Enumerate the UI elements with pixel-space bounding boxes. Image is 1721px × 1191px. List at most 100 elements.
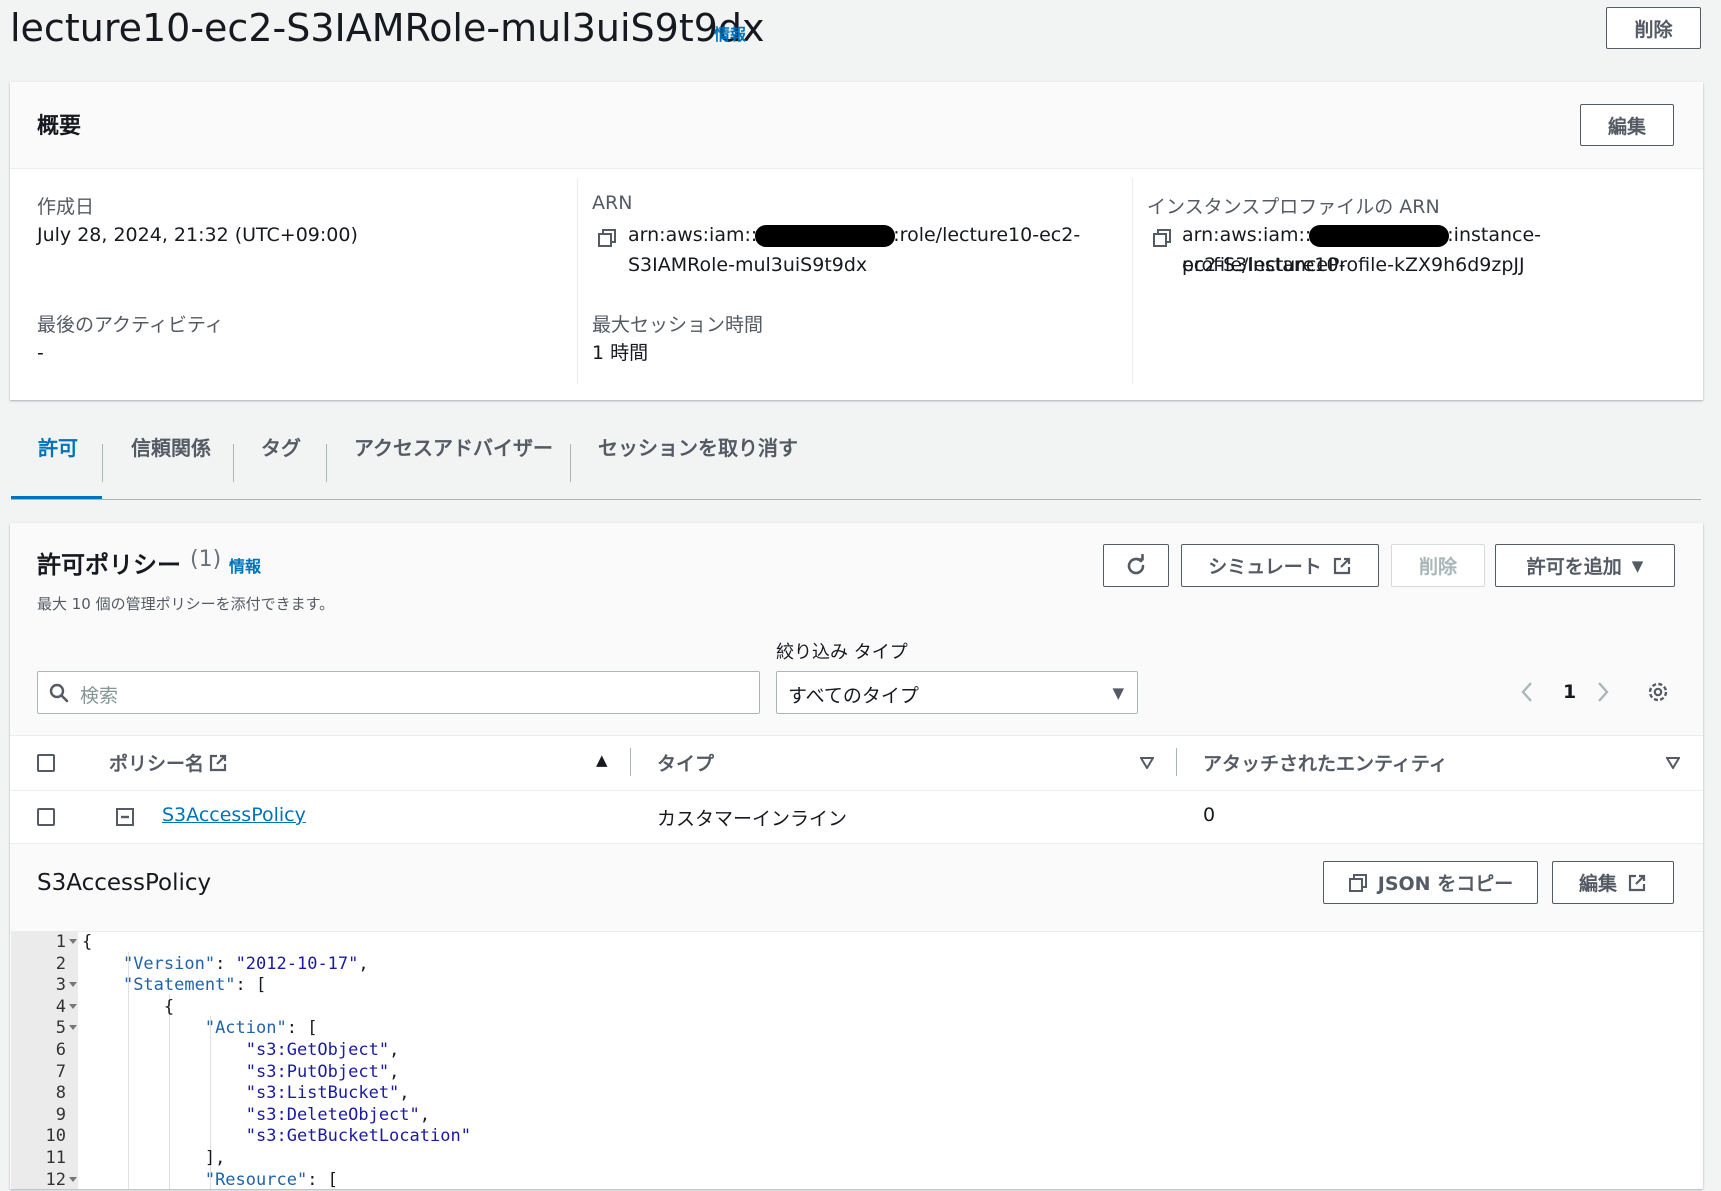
- column-policy-name[interactable]: ポリシー名: [109, 749, 204, 776]
- edit-summary-button[interactable]: 編集: [1580, 104, 1674, 146]
- search-placeholder: 検索: [80, 685, 119, 707]
- summary-heading: 概要: [37, 114, 82, 139]
- summary-panel: 概要 編集 作成日 July 28, 2024, 21:32 (UTC+09:0…: [10, 82, 1703, 400]
- line-number: 2: [55, 953, 66, 974]
- filter-type-value: すべてのタイプ: [788, 685, 919, 707]
- tab-trust-relationships[interactable]: 信頼関係: [131, 432, 211, 461]
- collapse-icon[interactable]: [116, 808, 134, 826]
- fold-toggle-icon[interactable]: [69, 1025, 77, 1031]
- external-link-icon: [209, 754, 227, 772]
- line-number: 7: [55, 1061, 66, 1082]
- line-number: 11: [45, 1148, 66, 1168]
- copy-json-button[interactable]: JSON をコピー: [1323, 861, 1538, 904]
- copy-icon: [1348, 873, 1367, 892]
- fold-toggle-icon[interactable]: [69, 982, 77, 988]
- tab-access-advisor[interactable]: アクセスアドバイザー: [354, 432, 553, 461]
- caret-down-icon: ▼: [1631, 556, 1644, 575]
- delete-policy-button[interactable]: 削除: [1391, 544, 1485, 587]
- policy-detail-title: S3AccessPolicy: [37, 870, 212, 896]
- instance-profile-label: インスタンスプロファイルの ARN: [1147, 196, 1440, 218]
- policies-heading: 許可ポリシー: [37, 551, 181, 579]
- simulate-label: シミュレート: [1208, 556, 1322, 578]
- column-divider: [1176, 748, 1177, 776]
- line-number: 8: [55, 1083, 66, 1104]
- search-input[interactable]: 検索: [37, 671, 760, 714]
- line-number: 6: [55, 1040, 66, 1060]
- filter-label: 絞り込み タイプ: [776, 642, 908, 663]
- sort-icon[interactable]: [1140, 757, 1154, 769]
- tab-revoke-sessions[interactable]: セッションを取り消す: [598, 432, 798, 461]
- policies-description: 最大 10 個の管理ポリシーを添付できます。: [37, 595, 335, 613]
- line-number: 4: [55, 996, 66, 1017]
- edit-policy-label: 編集: [1578, 873, 1617, 895]
- redaction: [755, 224, 896, 247]
- column-attached-entities[interactable]: アタッチされたエンティティ: [1203, 749, 1448, 776]
- line-number: 9: [55, 1104, 66, 1125]
- redaction: [1309, 224, 1450, 247]
- divider: [577, 178, 578, 384]
- last-activity-label: 最後のアクティビティ: [37, 314, 224, 336]
- line-number: 1: [55, 932, 66, 952]
- fold-toggle-icon[interactable]: [69, 939, 77, 944]
- max-session-label: 最大セッション時間: [592, 314, 764, 336]
- tabs-baseline: [11, 499, 1701, 500]
- arn-label: ARN: [592, 192, 633, 214]
- tab-divider: [233, 444, 234, 482]
- external-link-icon: [1628, 874, 1646, 891]
- table-top-border: [10, 735, 1703, 736]
- arn-value: arn:aws:iam:::role/lecture10-ec2-: [628, 220, 1080, 250]
- copy-icon[interactable]: [597, 228, 617, 248]
- delete-role-button[interactable]: 削除: [1606, 7, 1701, 49]
- sort-ascending-icon[interactable]: ▲: [596, 751, 608, 769]
- divider: [1132, 178, 1133, 384]
- arn-suffix: :role/lecture10-ec2-: [893, 224, 1081, 246]
- previous-page-icon[interactable]: [1520, 680, 1534, 704]
- filter-type-select[interactable]: すべてのタイプ ▼: [776, 671, 1138, 714]
- created-value: July 28, 2024, 21:32 (UTC+09:00): [37, 224, 358, 246]
- select-all-checkbox[interactable]: [37, 754, 55, 772]
- add-permissions-label: 許可を追加: [1526, 556, 1622, 578]
- next-page-icon[interactable]: [1596, 680, 1610, 704]
- column-type[interactable]: タイプ: [657, 749, 714, 776]
- policy-name-link[interactable]: S3AccessPolicy: [162, 804, 306, 826]
- table-row[interactable]: S3AccessPolicy カスタマーインライン 0: [10, 791, 1703, 843]
- external-link-icon: [1333, 557, 1350, 574]
- tab-tags[interactable]: タグ: [261, 432, 301, 461]
- refresh-icon: [1127, 553, 1145, 574]
- line-number: 10: [45, 1126, 66, 1147]
- page-number[interactable]: 1: [1563, 681, 1576, 703]
- settings-gear-icon[interactable]: [1646, 680, 1670, 704]
- policy-json-code: { "Version": "2012-10-17", "Statement": …: [82, 932, 471, 1190]
- info-link[interactable]: 情報: [714, 21, 746, 45]
- row-checkbox[interactable]: [37, 808, 55, 826]
- search-icon: [49, 683, 69, 703]
- line-number: 12: [45, 1169, 66, 1190]
- edit-policy-button[interactable]: 編集: [1552, 861, 1674, 904]
- fold-toggle-icon[interactable]: [69, 1003, 77, 1009]
- arn-value-line2: S3IAMRole-mul3uiS9t9dx: [628, 254, 868, 276]
- info-link[interactable]: 情報: [229, 553, 261, 577]
- column-divider: [630, 748, 631, 776]
- max-session-value: 1 時間: [592, 342, 649, 364]
- policies-count: (1): [190, 547, 222, 572]
- policy-type: カスタマーインライン: [657, 808, 848, 830]
- created-label: 作成日: [37, 196, 95, 218]
- arn-prefix: arn:aws:iam::: [628, 224, 758, 246]
- add-permissions-button[interactable]: 許可を追加 ▼: [1495, 544, 1675, 587]
- copy-icon[interactable]: [1152, 228, 1172, 248]
- policy-entities: 0: [1203, 804, 1216, 826]
- sort-icon[interactable]: [1666, 757, 1680, 769]
- copy-json-label: JSON をコピー: [1377, 873, 1514, 895]
- tab-divider: [102, 444, 103, 482]
- tab-divider: [326, 444, 327, 482]
- caret-down-icon: ▼: [1112, 684, 1124, 702]
- summary-header: [10, 82, 1703, 169]
- line-number: 3: [55, 975, 66, 996]
- tab-divider: [570, 444, 571, 482]
- page-title: lecture10-ec2-S3IAMRole-mul3uiS9t9dx: [10, 6, 765, 50]
- simulate-button[interactable]: シミュレート: [1181, 544, 1379, 587]
- last-activity-value: -: [37, 342, 44, 364]
- refresh-button[interactable]: [1103, 544, 1169, 587]
- fold-toggle-icon[interactable]: [69, 1176, 77, 1182]
- tab-permissions[interactable]: 許可: [38, 432, 78, 461]
